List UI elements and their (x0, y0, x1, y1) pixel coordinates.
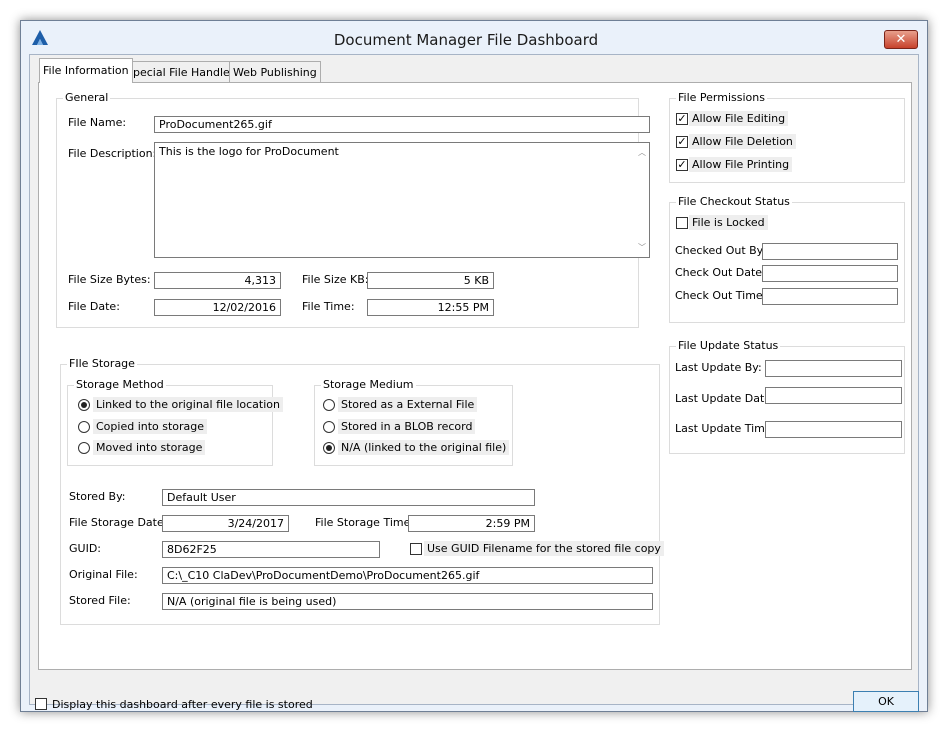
radio-copied-into-storage[interactable] (78, 421, 90, 433)
radio-linked-original-label[interactable]: Linked to the original file location (93, 397, 283, 412)
guid-field[interactable]: 8D62F25 (162, 541, 380, 558)
general-group: General File Name: ProDocument265.gif Fi… (56, 91, 650, 328)
radio-copied-into-storage-label[interactable]: Copied into storage (93, 419, 208, 434)
file-description-textarea[interactable]: This is the logo for ProDocument ︿ ﹀ (154, 142, 650, 258)
file-storage-group: FIle Storage Storage Method Linked to th… (60, 357, 664, 625)
file-update-group: File Update Status Last Update By: Last … (669, 339, 905, 454)
original-file-field[interactable]: C:\_C10 ClaDev\ProDocumentDemo\ProDocume… (162, 567, 653, 584)
checked-out-by-label: Checked Out By: (675, 244, 767, 257)
display-dashboard-checkbox[interactable] (35, 698, 47, 710)
file-storage-group-title: FIle Storage (67, 357, 137, 370)
file-permissions-group: File Permissions ✓ Allow File Editing ✓ … (669, 91, 905, 183)
close-button[interactable]: ✕ (884, 30, 918, 49)
stored-by-field[interactable]: Default User (162, 489, 535, 506)
file-time-field[interactable]: 12:55 PM (367, 299, 494, 316)
last-update-date-label: Last Update Date: (675, 392, 775, 405)
file-size-kb-label: File Size KB: (302, 273, 369, 286)
file-description-label: File Description: (68, 147, 157, 160)
file-date-label: File Date: (68, 300, 120, 313)
allow-deletion-checkbox[interactable]: ✓ (676, 136, 688, 148)
display-dashboard-label[interactable]: Display this dashboard after every file … (52, 698, 313, 711)
file-description-text: This is the logo for ProDocument (159, 145, 339, 158)
radio-external-file-label[interactable]: Stored as a External File (338, 397, 478, 412)
original-file-label: Original File: (69, 568, 138, 581)
last-update-time-field[interactable] (765, 421, 902, 438)
last-update-by-field[interactable] (765, 360, 902, 377)
file-date-field[interactable]: 12/02/2016 (154, 299, 281, 316)
storage-time-label: File Storage Time: (315, 516, 415, 529)
check-out-time-field[interactable] (762, 288, 898, 305)
title-bar[interactable]: Document Manager File Dashboard ✕ (21, 21, 927, 55)
allow-editing-label[interactable]: Allow File Editing (689, 111, 789, 126)
tab-file-information[interactable]: File Information (39, 58, 133, 83)
file-size-bytes-field[interactable]: 4,313 (154, 272, 281, 289)
allow-printing-label[interactable]: Allow File Printing (689, 157, 793, 172)
allow-printing-checkbox[interactable]: ✓ (676, 159, 688, 171)
radio-blob-record[interactable] (323, 421, 335, 433)
storage-medium-title: Storage Medium (321, 378, 416, 391)
file-update-title: File Update Status (676, 339, 781, 352)
check-out-time-label: Check Out Time: (675, 289, 767, 302)
allow-deletion-label[interactable]: Allow File Deletion (689, 134, 796, 149)
storage-medium-group: Storage Medium Stored as a External File… (314, 378, 513, 466)
radio-blob-record-label[interactable]: Stored in a BLOB record (338, 419, 476, 434)
storage-time-field[interactable]: 2:59 PM (408, 515, 535, 532)
file-locked-label[interactable]: File is Locked (689, 215, 768, 230)
file-size-kb-field[interactable]: 5 KB (367, 272, 494, 289)
guid-label: GUID: (69, 542, 101, 555)
ok-button[interactable]: OK (853, 691, 919, 712)
radio-moved-into-storage-label[interactable]: Moved into storage (93, 440, 206, 455)
general-group-title: General (63, 91, 111, 104)
check-out-date-label: Check Out Date: (675, 266, 766, 279)
last-update-by-label: Last Update By: (675, 361, 762, 374)
use-guid-checkbox[interactable] (410, 543, 422, 555)
file-permissions-title: File Permissions (676, 91, 767, 104)
storage-method-title: Storage Method (74, 378, 166, 391)
tab-web-publishing[interactable]: Web Publishing (229, 61, 321, 82)
checked-out-by-field[interactable] (762, 243, 898, 260)
last-update-time-label: Last Update Time: (675, 422, 776, 435)
check-out-date-field[interactable] (762, 265, 898, 282)
file-time-label: File Time: (302, 300, 355, 313)
file-size-bytes-label: File Size Bytes: (68, 273, 151, 286)
storage-method-group: Storage Method Linked to the original fi… (67, 378, 283, 466)
window-title: Document Manager File Dashboard (333, 31, 599, 49)
radio-na-linked-label[interactable]: N/A (linked to the original file) (338, 440, 510, 455)
tab-panel-file-information: General File Name: ProDocument265.gif Fi… (38, 82, 912, 670)
stored-by-label: Stored By: (69, 490, 126, 503)
radio-moved-into-storage[interactable] (78, 442, 90, 454)
scroll-up-icon[interactable]: ︿ (638, 147, 646, 158)
tab-special-file-handlers[interactable]: Special File Handlers (122, 61, 245, 82)
file-name-field[interactable]: ProDocument265.gif (154, 116, 650, 133)
stored-file-label: Stored File: (69, 594, 131, 607)
file-name-label: File Name: (68, 116, 127, 129)
dialog-window: Document Manager File Dashboard ✕ File I… (20, 20, 928, 712)
radio-external-file[interactable] (323, 399, 335, 411)
file-locked-checkbox[interactable] (676, 217, 688, 229)
file-checkout-title: File Checkout Status (676, 195, 792, 208)
storage-date-field[interactable]: 3/24/2017 (162, 515, 289, 532)
dialog-client-area: File Information Special File Handlers W… (29, 54, 919, 712)
allow-editing-checkbox[interactable]: ✓ (676, 113, 688, 125)
use-guid-label[interactable]: Use GUID Filename for the stored file co… (424, 541, 664, 556)
radio-na-linked[interactable] (323, 442, 335, 454)
stored-file-field[interactable]: N/A (original file is being used) (162, 593, 653, 610)
scroll-down-icon[interactable]: ﹀ (638, 242, 646, 253)
storage-date-label: File Storage Date: (69, 516, 168, 529)
file-checkout-group: File Checkout Status File is Locked Chec… (669, 195, 905, 323)
last-update-date-field[interactable] (765, 387, 902, 404)
radio-linked-original[interactable] (78, 399, 90, 411)
